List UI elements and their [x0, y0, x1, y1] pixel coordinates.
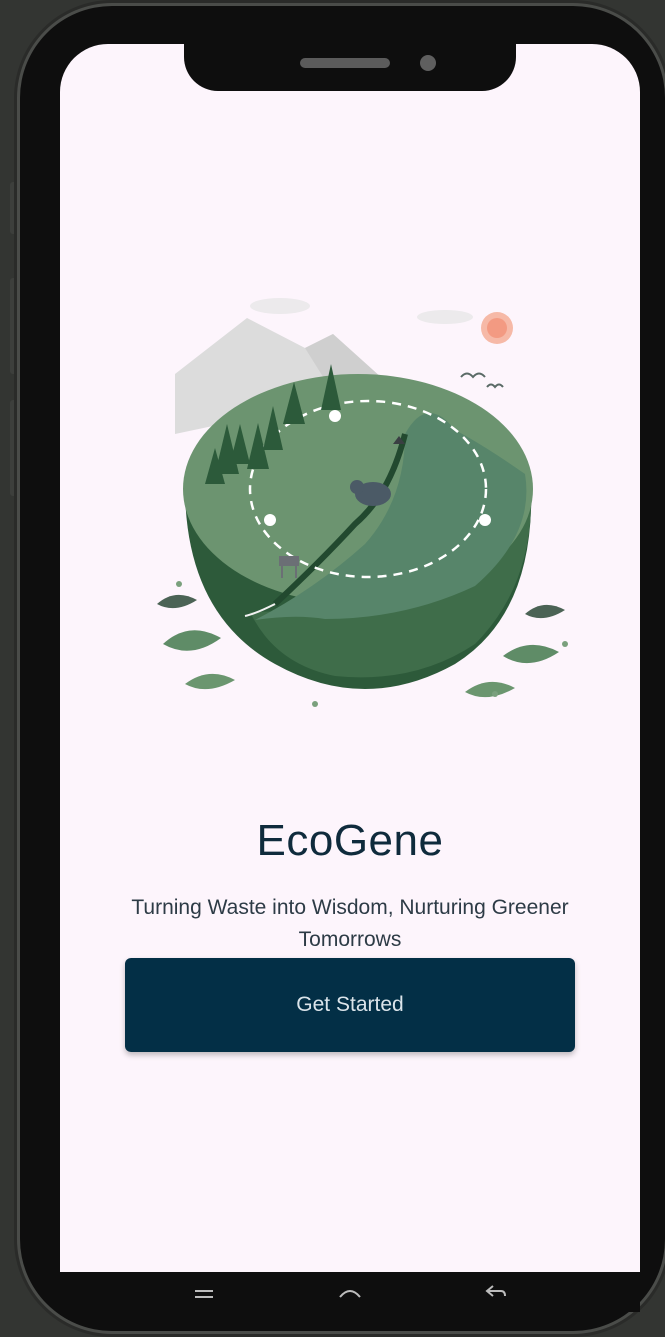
- earth-ecosystem-illustration: [157, 298, 568, 707]
- back-icon[interactable]: [476, 1280, 516, 1304]
- phone-notch: [184, 30, 516, 91]
- home-icon[interactable]: [330, 1280, 370, 1304]
- app-screen: EcoGene Turning Waste into Wisdom, Nurtu…: [60, 44, 640, 1292]
- system-navigation-bar: [60, 1272, 640, 1312]
- get-started-button[interactable]: Get Started: [125, 958, 575, 1052]
- camera-icon: [420, 55, 436, 71]
- phone-side-button: [10, 278, 18, 374]
- speaker-icon: [300, 58, 390, 68]
- app-title: EcoGene: [256, 816, 444, 865]
- app-tagline: Turning Waste into Wisdom, Nurturing Gre…: [131, 896, 569, 951]
- recents-icon[interactable]: [184, 1280, 224, 1304]
- phone-side-button: [10, 182, 18, 234]
- phone-side-button: [10, 400, 18, 496]
